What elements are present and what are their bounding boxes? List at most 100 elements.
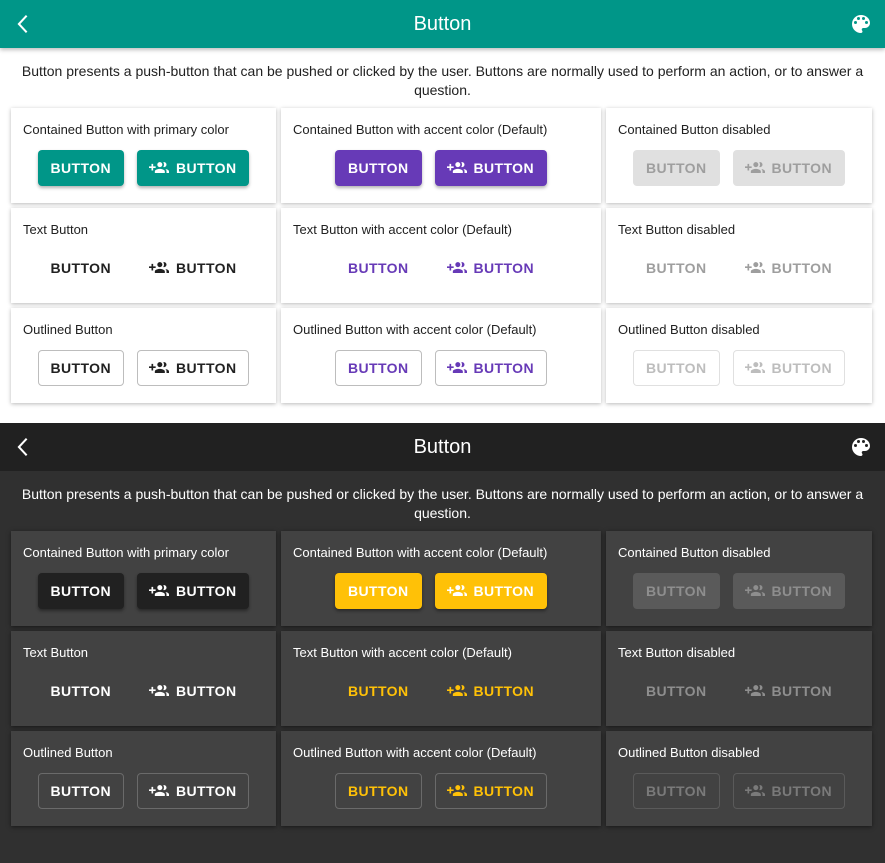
card-title: Contained Button disabled (618, 545, 771, 560)
group-add-icon (446, 362, 467, 373)
outlined-accent-button[interactable]: BUTTON (335, 350, 422, 386)
outlined-icon-button[interactable]: BUTTON (137, 773, 250, 809)
outlined-disabled-icon-button: BUTTON (732, 350, 845, 386)
outlined-accent-button[interactable]: BUTTON (335, 773, 422, 809)
group-add-icon (446, 262, 467, 273)
palette-icon[interactable] (849, 435, 873, 459)
button-grid: Contained Button with primary color BUTT… (11, 108, 872, 403)
group-add-icon (744, 162, 765, 173)
outlined-disabled-icon-button: BUTTON (732, 773, 845, 809)
text-disabled-button: BUTTON (646, 683, 707, 699)
card-title: Text Button disabled (618, 645, 736, 660)
app-bar: Button (0, 0, 885, 48)
card-outlined-accent: Outlined Button with accent color (Defau… (281, 731, 601, 826)
card-title: Outlined Button (23, 745, 113, 760)
card-contained-accent: Contained Button with accent color (Defa… (281, 531, 601, 626)
card-title: Text Button (23, 222, 89, 237)
group-add-icon (149, 785, 169, 796)
card-contained-accent: Contained Button with accent color (Defa… (281, 108, 601, 203)
text-accent-icon-button[interactable]: BUTTON (435, 250, 547, 286)
button-grid: Contained Button with primary color BUTT… (11, 531, 872, 826)
card-title: Text Button (23, 645, 89, 660)
card-contained-disabled: Contained Button disabled BUTTON BUTTON (606, 108, 872, 203)
group-add-icon (744, 362, 765, 373)
outlined-accent-icon-button[interactable]: BUTTON (434, 350, 547, 386)
card-outlined-accent: Outlined Button with accent color (Defau… (281, 308, 601, 403)
card-outlined-disabled: Outlined Button disabled BUTTON BUTTON (606, 308, 872, 403)
group-add-icon (744, 685, 765, 696)
card-text-disabled: Text Button disabled BUTTON BUTTON (606, 208, 872, 303)
card-title: Text Button with accent color (Default) (293, 222, 512, 237)
card-title: Outlined Button with accent color (Defau… (293, 322, 537, 337)
text-disabled-button: BUTTON (646, 260, 707, 276)
text-button[interactable]: BUTTON (38, 673, 124, 709)
card-title: Contained Button disabled (618, 122, 771, 137)
contained-disabled-icon-button: BUTTON (732, 150, 845, 186)
card-outlined: Outlined Button BUTTON BUTTON (11, 731, 276, 826)
card-text: Text Button BUTTON BUTTON (11, 208, 276, 303)
card-title: Text Button with accent color (Default) (293, 645, 512, 660)
page-title: Button (413, 12, 472, 35)
card-title: Contained Button with accent color (Defa… (293, 122, 548, 137)
description: Button presents a push-button that can b… (21, 63, 864, 98)
card-title: Outlined Button with accent color (Defau… (293, 745, 537, 760)
contained-disabled-button: BUTTON (633, 150, 720, 186)
outlined-disabled-button: BUTTON (633, 350, 720, 386)
group-add-icon (149, 585, 169, 596)
group-add-icon (149, 262, 169, 273)
group-add-icon (446, 685, 467, 696)
text-accent-icon-button[interactable]: BUTTON (435, 673, 547, 709)
card-contained-disabled: Contained Button disabled BUTTON BUTTON (606, 531, 872, 626)
card-title: Outlined Button disabled (618, 745, 760, 760)
contained-primary-icon-button[interactable]: BUTTON (137, 150, 250, 186)
card-contained-primary: Contained Button with primary color BUTT… (11, 108, 276, 203)
description: Button presents a push-button that can b… (21, 486, 864, 521)
outlined-accent-icon-button[interactable]: BUTTON (434, 773, 547, 809)
contained-disabled-icon-button: BUTTON (732, 573, 845, 609)
card-text-disabled: Text Button disabled BUTTON BUTTON (606, 631, 872, 726)
card-title: Text Button disabled (618, 222, 736, 237)
contained-accent-button[interactable]: BUTTON (335, 150, 422, 186)
group-add-icon (149, 162, 169, 173)
outlined-disabled-button: BUTTON (633, 773, 720, 809)
chevron-left-icon[interactable] (12, 12, 36, 36)
group-add-icon (744, 785, 765, 796)
card-title: Outlined Button (23, 322, 113, 337)
contained-primary-button[interactable]: BUTTON (37, 150, 124, 186)
text-accent-button[interactable]: BUTTON (335, 673, 421, 709)
text-button[interactable]: BUTTON (38, 250, 124, 286)
card-title: Contained Button with primary color (23, 545, 229, 560)
card-outlined: Outlined Button BUTTON BUTTON (11, 308, 276, 403)
group-add-icon (446, 162, 467, 173)
card-title: Outlined Button disabled (618, 322, 760, 337)
contained-primary-button[interactable]: BUTTON (37, 573, 124, 609)
group-add-icon (744, 585, 765, 596)
text-icon-button[interactable]: BUTTON (137, 250, 249, 286)
light-theme-panel: Button Button presents a push-button tha… (0, 0, 885, 423)
card-text-accent: Text Button with accent color (Default) … (281, 208, 601, 303)
text-accent-button[interactable]: BUTTON (335, 250, 421, 286)
group-add-icon (149, 362, 169, 373)
text-disabled-icon-button: BUTTON (733, 250, 845, 286)
text-disabled-icon-button: BUTTON (733, 673, 845, 709)
outlined-button[interactable]: BUTTON (37, 350, 124, 386)
group-add-icon (744, 262, 765, 273)
group-add-icon (149, 685, 169, 696)
chevron-left-icon[interactable] (12, 435, 36, 459)
contained-disabled-button: BUTTON (633, 573, 720, 609)
group-add-icon (446, 785, 467, 796)
group-add-icon (446, 585, 467, 596)
card-contained-primary: Contained Button with primary color BUTT… (11, 531, 276, 626)
dark-theme-panel: Button Button presents a push-button tha… (0, 423, 885, 863)
outlined-button[interactable]: BUTTON (37, 773, 124, 809)
app-bar: Button (0, 423, 885, 471)
outlined-icon-button[interactable]: BUTTON (137, 350, 250, 386)
contained-accent-icon-button[interactable]: BUTTON (434, 150, 547, 186)
contained-primary-icon-button[interactable]: BUTTON (137, 573, 250, 609)
contained-accent-icon-button[interactable]: BUTTON (434, 573, 547, 609)
card-title: Contained Button with primary color (23, 122, 229, 137)
text-icon-button[interactable]: BUTTON (137, 673, 249, 709)
card-text: Text Button BUTTON BUTTON (11, 631, 276, 726)
palette-icon[interactable] (849, 12, 873, 36)
contained-accent-button[interactable]: BUTTON (335, 573, 422, 609)
